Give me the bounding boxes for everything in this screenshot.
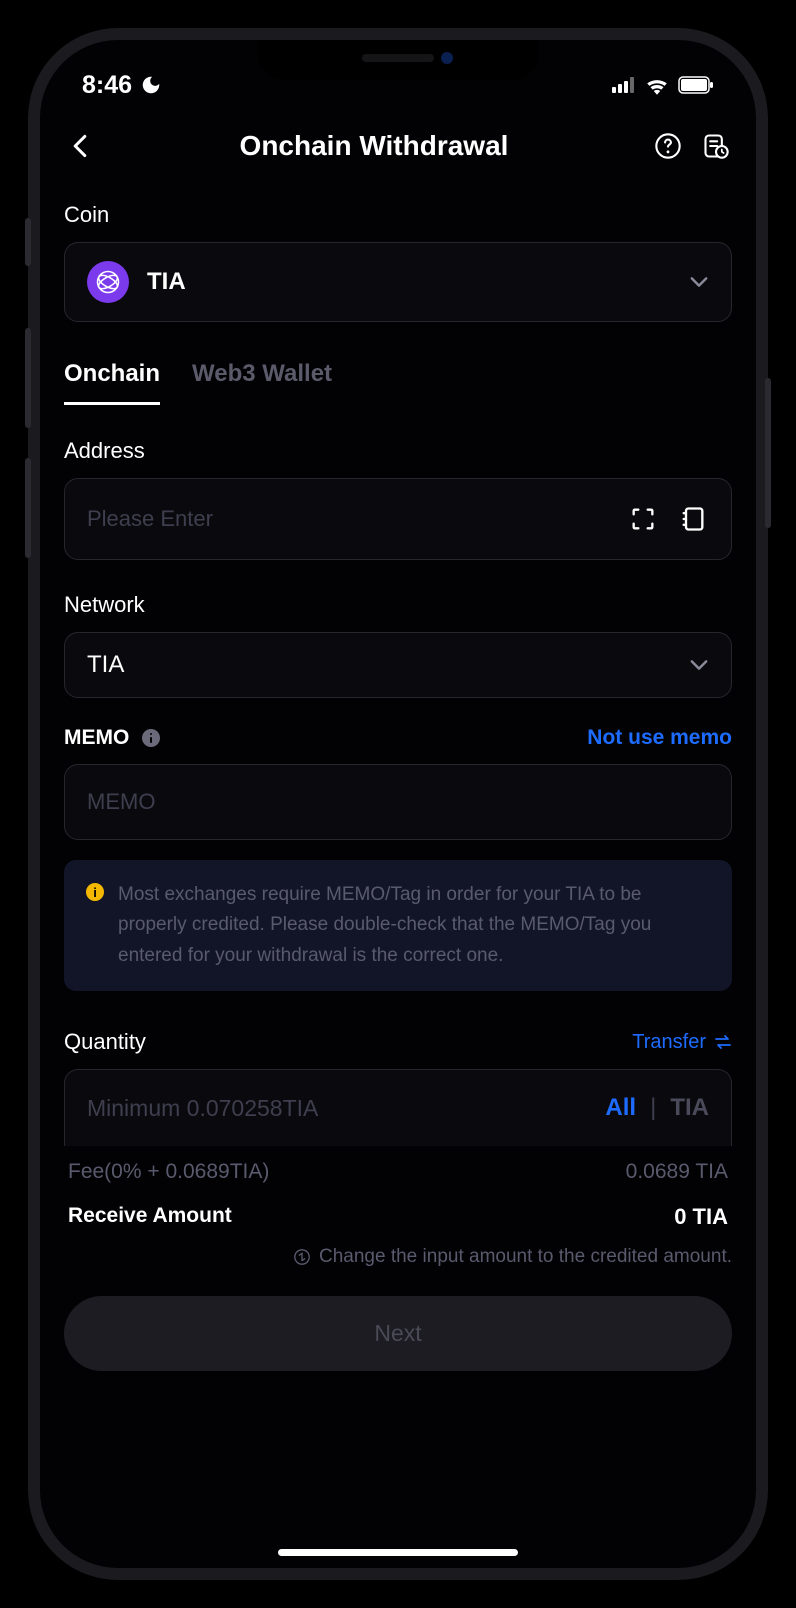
- memo-input[interactable]: [87, 789, 709, 815]
- transfer-icon: [714, 1035, 732, 1049]
- coin-label: Coin: [64, 202, 732, 228]
- receive-row: Receive Amount 0 TIA: [64, 1198, 732, 1236]
- wifi-icon: [644, 75, 670, 95]
- chevron-down-icon: [689, 659, 709, 671]
- signal-icon: [612, 76, 636, 94]
- receive-label: Receive Amount: [68, 1204, 232, 1230]
- receive-value: 0 TIA: [674, 1204, 728, 1230]
- address-input[interactable]: [87, 506, 627, 532]
- quantity-unit: TIA: [670, 1094, 709, 1122]
- memo-label: MEMO: [64, 726, 161, 750]
- qr-scan-icon: [629, 505, 657, 533]
- info-icon[interactable]: [141, 728, 161, 748]
- all-button[interactable]: All: [605, 1094, 636, 1122]
- quantity-input[interactable]: [87, 1095, 605, 1122]
- status-time: 8:46: [82, 71, 132, 100]
- next-button[interactable]: Next: [64, 1296, 732, 1371]
- moon-icon: [140, 74, 162, 96]
- history-icon: [702, 132, 730, 160]
- warning-icon: i: [86, 883, 104, 901]
- warning-text: Most exchanges require MEMO/Tag in order…: [118, 880, 710, 971]
- back-button[interactable]: [64, 130, 96, 162]
- tab-web3-wallet[interactable]: Web3 Wallet: [192, 360, 332, 405]
- page-title: Onchain Withdrawal: [96, 130, 652, 162]
- tia-coin-icon: [87, 261, 129, 303]
- coin-selected: TIA: [147, 268, 186, 296]
- history-button[interactable]: [700, 130, 732, 162]
- network-selector[interactable]: TIA: [64, 632, 732, 698]
- tabs: Onchain Web3 Wallet: [64, 360, 732, 406]
- help-button[interactable]: [652, 130, 684, 162]
- address-book-icon: [679, 505, 707, 533]
- scan-qr-button[interactable]: [627, 503, 659, 535]
- network-label: Network: [64, 592, 732, 618]
- memo-warning: i Most exchanges require MEMO/Tag in ord…: [64, 860, 732, 991]
- tab-onchain[interactable]: Onchain: [64, 360, 160, 405]
- quantity-label: Quantity: [64, 1029, 146, 1055]
- coin-selector[interactable]: TIA: [64, 242, 732, 322]
- fee-value: 0.0689 TIA: [626, 1160, 728, 1184]
- header: Onchain Withdrawal: [40, 110, 756, 182]
- address-label: Address: [64, 438, 732, 464]
- swap-icon: [293, 1248, 311, 1266]
- help-icon: [654, 132, 682, 160]
- transfer-link[interactable]: Transfer: [632, 1031, 732, 1054]
- address-field: [64, 478, 732, 560]
- home-indicator[interactable]: [278, 1549, 518, 1556]
- address-book-button[interactable]: [677, 503, 709, 535]
- not-use-memo-link[interactable]: Not use memo: [587, 726, 732, 750]
- battery-icon: [678, 76, 714, 94]
- fee-row: Fee(0% + 0.0689TIA) 0.0689 TIA: [64, 1146, 732, 1198]
- network-selected: TIA: [87, 651, 124, 679]
- memo-field: [64, 764, 732, 840]
- quantity-field: All | TIA: [64, 1069, 732, 1146]
- chevron-down-icon: [689, 276, 709, 288]
- fee-label: Fee(0% + 0.0689TIA): [68, 1160, 269, 1184]
- change-amount-hint[interactable]: Change the input amount to the credited …: [64, 1246, 732, 1268]
